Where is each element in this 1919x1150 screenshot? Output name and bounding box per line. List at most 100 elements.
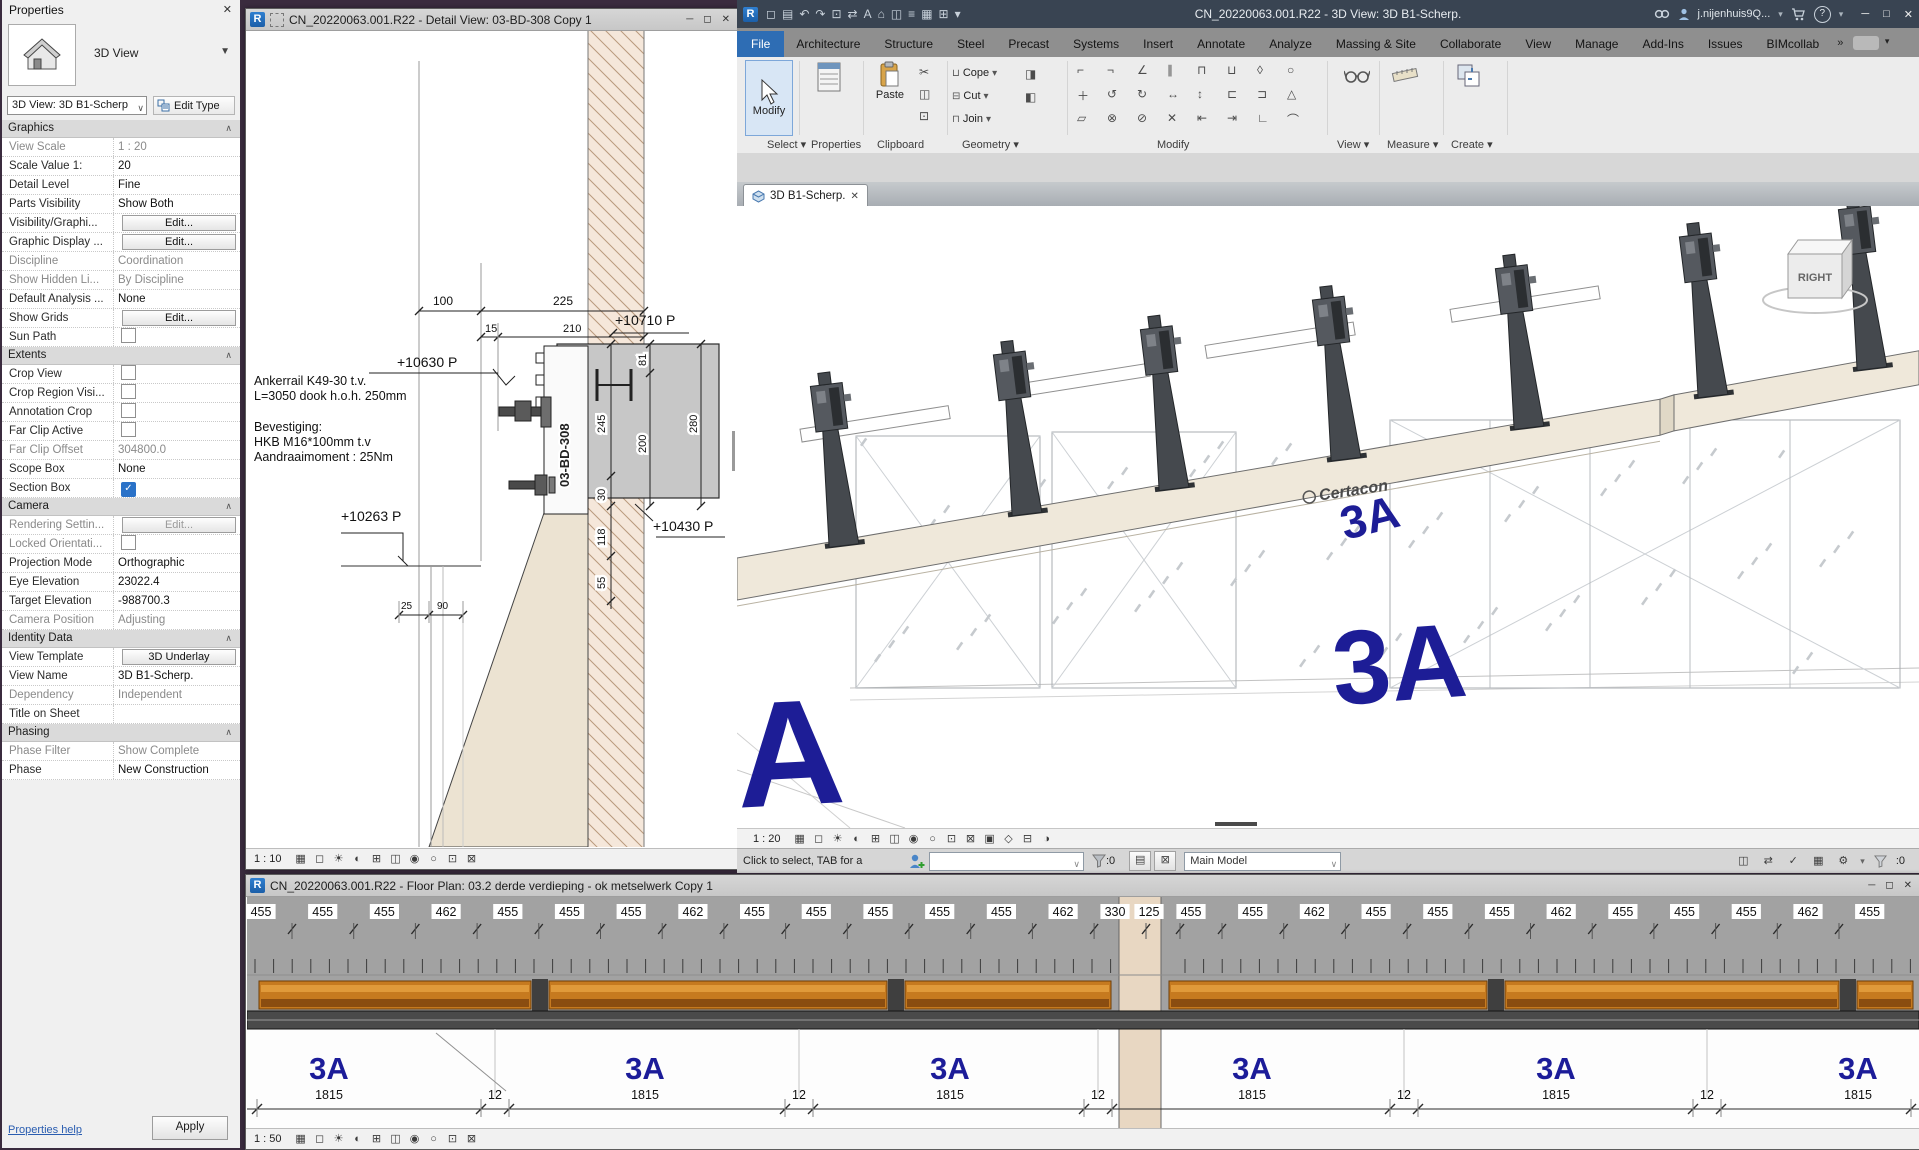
visual-style-icon[interactable]: ◻ <box>312 852 328 867</box>
section-box-icon[interactable]: ⊟ <box>1020 832 1036 847</box>
type-preview-button[interactable] <box>8 24 76 86</box>
temporary-hide-icon[interactable]: ◉ <box>906 832 922 847</box>
temporary-hide-icon[interactable]: ◉ <box>407 852 423 867</box>
checkbox[interactable] <box>121 422 136 437</box>
detail-window-titlebar[interactable]: R CN_20220063.001.R22 - Detail View: 03-… <box>246 9 738 31</box>
ribbon-tab-systems[interactable]: Systems <box>1061 32 1131 57</box>
revit-logo[interactable]: R <box>743 7 758 22</box>
checkbox[interactable] <box>121 403 136 418</box>
close-icon[interactable]: ✕ <box>223 0 232 20</box>
modify-tool-icon[interactable]: ⇥ <box>1227 111 1237 125</box>
checkbox[interactable] <box>121 365 136 380</box>
modify-tool-icon[interactable]: ⌒ <box>1287 111 1299 128</box>
modify-tool-icon[interactable]: ↺ <box>1107 87 1117 101</box>
user-name[interactable]: j.nijenhuis9Q... <box>1698 8 1771 20</box>
modify-tool-icon[interactable]: ▱ <box>1077 111 1086 125</box>
properties-help-link[interactable]: Properties help <box>8 1124 82 1136</box>
create-group-button[interactable] <box>1449 63 1489 123</box>
scrollbar[interactable] <box>732 431 735 471</box>
measure-icon[interactable]: ⇄ <box>848 7 858 21</box>
ribbon-tab-structure[interactable]: Structure <box>872 32 945 57</box>
ribbon-tab-steel[interactable]: Steel <box>945 32 996 57</box>
property-value[interactable]: 304800.0 <box>113 441 240 459</box>
ribbon-panel-label-modify[interactable]: Modify <box>1157 139 1189 151</box>
temporary-hide-icon[interactable]: ◉ <box>407 1132 423 1147</box>
ribbon-panel-label-view[interactable]: View ▾ <box>1337 138 1369 151</box>
property-value[interactable]: -988700.3 <box>113 592 240 610</box>
show-crop-icon[interactable]: ◫ <box>388 1132 404 1147</box>
filter-icon[interactable] <box>1092 854 1106 868</box>
text-icon[interactable]: A <box>864 7 872 21</box>
edit-button[interactable]: Edit... <box>122 310 236 326</box>
selection-filter-icon[interactable] <box>1874 855 1887 868</box>
minimize-icon[interactable]: ─ <box>686 14 693 25</box>
ribbon-panel-label-create[interactable]: Create ▾ <box>1451 138 1493 151</box>
measure-button[interactable] <box>1385 63 1425 123</box>
ribbon-tab-add-ins[interactable]: Add-Ins <box>1630 32 1695 57</box>
editable-only-button[interactable]: ▤ <box>1129 851 1151 871</box>
minimize-icon[interactable]: ─ <box>1868 880 1875 891</box>
constraints-icon[interactable]: ⊠ <box>464 1132 480 1147</box>
ribbon-tab-file[interactable]: File <box>737 31 784 57</box>
background-processes-icon[interactable]: ▦ <box>1810 854 1826 869</box>
sun-path-icon[interactable]: ☀ <box>331 1132 347 1147</box>
modify-tool-icon[interactable]: ⇤ <box>1197 111 1207 125</box>
sun-path-icon[interactable]: ☀ <box>830 832 846 847</box>
modify-tool-icon[interactable]: ∟ <box>1257 111 1269 125</box>
constraints-icon[interactable]: ⊠ <box>464 852 480 867</box>
cut-to-clipboard-icon[interactable]: ✂ <box>919 65 929 79</box>
modify-tool-icon[interactable]: ⊗ <box>1107 111 1117 125</box>
chevron-down-icon[interactable]: ▾ <box>1860 856 1865 867</box>
cope-tool[interactable]: ⊔Cope▾ <box>952 67 997 79</box>
ribbon-tab-issues[interactable]: Issues <box>1696 32 1755 57</box>
group-header-phasing[interactable]: Phasing∧ <box>2 724 240 742</box>
modify-tool-icon[interactable]: ∥ <box>1167 63 1173 77</box>
property-value[interactable]: Coordination <box>113 252 240 270</box>
switch-windows-icon[interactable]: ⊞ <box>939 7 949 21</box>
detail-level-icon[interactable]: ▦ <box>293 852 309 867</box>
property-value[interactable]: By Discipline <box>113 271 240 289</box>
analytical-icon[interactable]: ◇ <box>1001 832 1017 847</box>
edit-button[interactable]: Edit... <box>122 517 236 533</box>
ribbon-panel-label-measure[interactable]: Measure ▾ <box>1387 138 1438 151</box>
detail-drawing-canvas[interactable]: 10022515210+10630 P+10263 P+10710 PAnker… <box>247 31 737 848</box>
thin-lines-icon[interactable]: ≡ <box>908 7 915 21</box>
ribbon-tab-annotate[interactable]: Annotate <box>1185 32 1257 57</box>
modify-tool-icon[interactable]: ↔ <box>1167 87 1179 101</box>
copy-to-clipboard-icon[interactable]: ◫ <box>919 87 930 101</box>
property-value[interactable]: 3D B1-Scherp. <box>113 667 240 685</box>
save-icon[interactable]: ◻ <box>766 7 776 21</box>
reveal-hidden-icon[interactable]: ○ <box>426 852 442 867</box>
close-icon[interactable]: ✕ <box>722 14 730 25</box>
edit-type-button[interactable]: Edit Type <box>153 96 235 115</box>
checks-icon[interactable]: ✓ <box>1785 854 1801 869</box>
group-header-identity-data[interactable]: Identity Data∧ <box>2 630 240 648</box>
reveal-hidden-icon[interactable]: ○ <box>925 832 941 847</box>
view-properties-icon[interactable]: ⊡ <box>944 832 960 847</box>
edit-button[interactable]: Edit... <box>122 215 236 231</box>
modify-tool-icon[interactable]: ¬ <box>1107 63 1114 77</box>
apply-button[interactable]: Apply <box>152 1116 228 1140</box>
property-value[interactable]: Fine <box>113 176 240 194</box>
search-icon[interactable] <box>1654 8 1670 20</box>
plan-drawing-canvas[interactable]: 4554554554624554554554624554554554554554… <box>247 897 1919 1130</box>
crop-view-icon[interactable]: ⊞ <box>369 852 385 867</box>
property-value[interactable] <box>113 705 240 723</box>
redo-icon[interactable]: ↷ <box>815 7 825 21</box>
active-model-combo[interactable]: Main Model∨ <box>1184 852 1341 871</box>
open-icon[interactable]: ▤ <box>782 7 793 21</box>
modify-tool-icon[interactable]: ＋ <box>1077 87 1089 104</box>
chevron-down-icon[interactable]: ▾ <box>1839 9 1844 20</box>
ribbon-tab-massing-site[interactable]: Massing & Site <box>1324 32 1428 57</box>
user-icon[interactable] <box>1678 8 1690 21</box>
shadows-icon[interactable]: ◐ <box>849 832 865 847</box>
modify-tool-icon[interactable]: ⊏ <box>1227 87 1237 101</box>
reveal-hidden-icon[interactable]: ○ <box>426 1132 442 1147</box>
ribbon-tab-bimcollab[interactable]: BIMcollab <box>1755 32 1832 57</box>
visual-style-icon[interactable]: ◻ <box>312 1132 328 1147</box>
modify-tool-icon[interactable]: ✕ <box>1167 111 1177 125</box>
group-header-camera[interactable]: Camera∧ <box>2 498 240 516</box>
customize-icon[interactable]: ▾ <box>955 7 961 21</box>
crop-view-icon[interactable]: ⊞ <box>868 832 884 847</box>
view-hidden-lines-button[interactable] <box>1337 63 1377 123</box>
